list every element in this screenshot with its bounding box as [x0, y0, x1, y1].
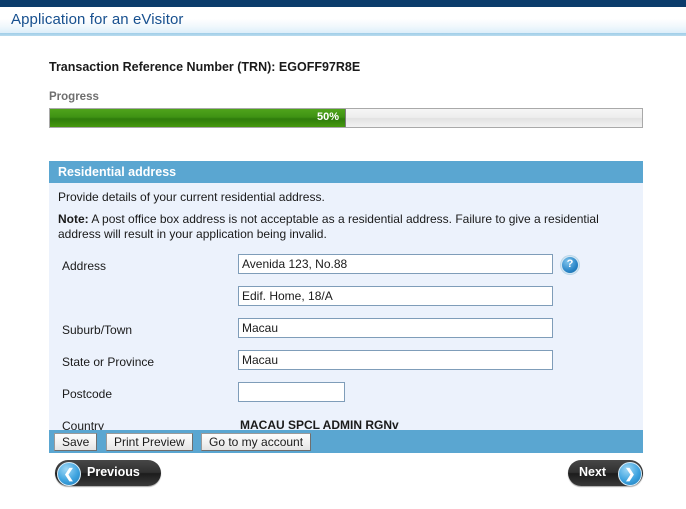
address-line2-input[interactable]: [238, 286, 553, 306]
label-suburb-town: Suburb/Town: [62, 323, 133, 337]
panel-title: Residential address: [49, 161, 643, 183]
header-underline: [0, 33, 686, 36]
form-row-state-province: State or Province: [58, 348, 634, 380]
page-title: Application for an eVisitor: [11, 11, 184, 28]
next-button[interactable]: Next ❯: [568, 460, 643, 486]
label-state-province: State or Province: [62, 355, 155, 369]
residential-address-panel: Residential address Provide details of y…: [49, 161, 643, 449]
chevron-left-glyph: ❮: [63, 466, 75, 481]
label-address: Address: [62, 259, 107, 273]
app-header: Application for an eVisitor: [0, 0, 686, 36]
next-button-label: Next: [579, 465, 607, 479]
print-preview-button[interactable]: Print Preview: [106, 433, 193, 451]
action-button-bar: Save Print Preview Go to my account: [49, 430, 643, 453]
form-row-postcode: Postcode: [58, 380, 634, 412]
panel-intro-text: Provide details of your current resident…: [58, 190, 325, 204]
label-postcode: Postcode: [62, 387, 113, 401]
panel-note-text: Note: A post office box address is not a…: [58, 212, 610, 242]
form-row-suburb-town: Suburb/Town: [58, 316, 634, 348]
note-body: A post office box address is not accepta…: [58, 212, 599, 241]
progress-label: Progress: [49, 91, 99, 103]
chevron-right-glyph: ❯: [624, 466, 636, 481]
go-to-my-account-button[interactable]: Go to my account: [201, 433, 312, 451]
previous-button-label: Previous: [87, 465, 140, 479]
note-label: Note:: [58, 212, 89, 226]
form-row-address-line2: [58, 284, 634, 316]
chevron-right-icon: ❯: [618, 462, 642, 486]
help-icon-glyph: ?: [566, 258, 574, 270]
chevron-left-icon: ❮: [57, 462, 81, 486]
save-button[interactable]: Save: [54, 433, 98, 451]
header-top-strip: [0, 0, 686, 7]
progress-bar: 50%: [49, 108, 643, 128]
transaction-reference-number: Transaction Reference Number (TRN): EGOF…: [49, 60, 361, 74]
address-line1-input[interactable]: [238, 254, 553, 274]
suburb-town-input[interactable]: [238, 318, 553, 338]
progress-percent-label: 50%: [316, 111, 339, 123]
state-province-input[interactable]: [238, 350, 553, 370]
progress-bar-fill: 50%: [50, 109, 346, 127]
form-row-address: Address ?: [58, 252, 634, 284]
postcode-input[interactable]: [238, 382, 345, 402]
help-icon[interactable]: ?: [561, 256, 579, 274]
panel-body: Provide details of your current resident…: [49, 183, 643, 449]
previous-button[interactable]: ❮ Previous: [55, 460, 161, 486]
